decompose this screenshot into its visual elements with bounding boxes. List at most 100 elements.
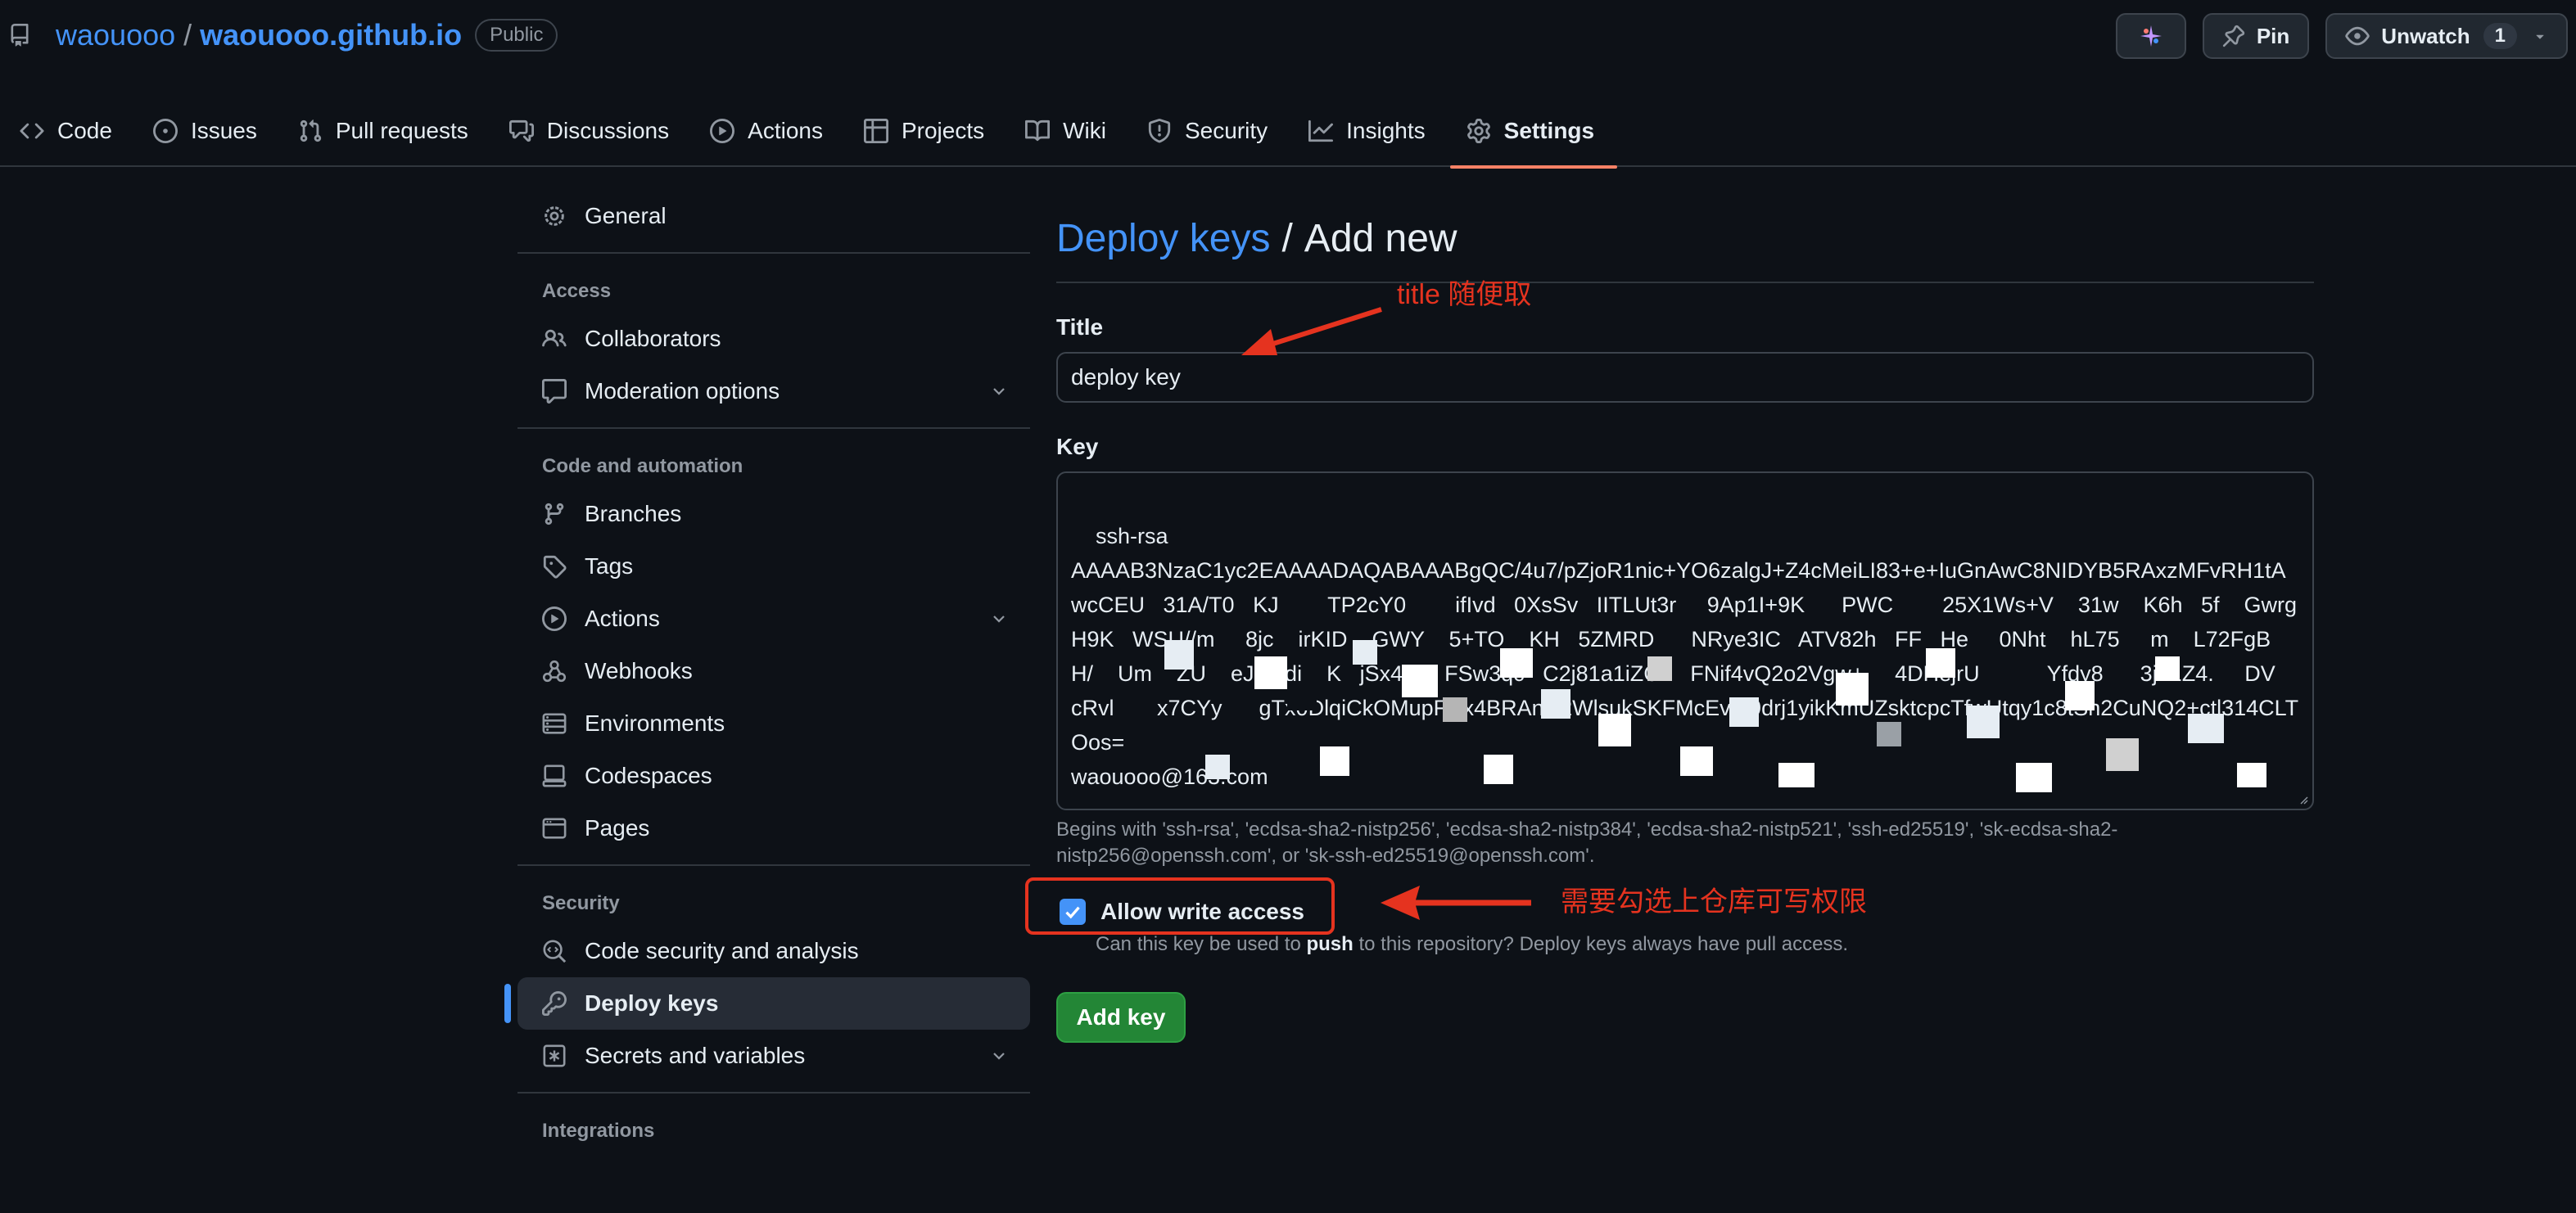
shield-icon (1147, 119, 1172, 143)
sidebar-item-secrets[interactable]: Secrets and variables (517, 1030, 1030, 1082)
chevron-down-icon (2532, 28, 2548, 44)
tab-settings[interactable]: Settings (1449, 106, 1618, 169)
sidebar-item-label: Actions (585, 606, 660, 631)
sidebar-item-label: General (585, 203, 667, 228)
page-title-text: Add new (1304, 216, 1457, 260)
tab-insights[interactable]: Insights (1308, 106, 1445, 167)
repo-tabs: Code Issues Pull requests Discussions Ac… (20, 106, 1635, 169)
sidebar-item-branches[interactable]: Branches (517, 488, 1030, 540)
code-icon (20, 119, 44, 143)
sidebar-item-label: Deploy keys (585, 990, 719, 1016)
server-icon (542, 711, 568, 736)
sidebar-item-label: Tags (585, 553, 634, 579)
tab-label: Code (57, 118, 112, 143)
copilot-button[interactable] (2115, 13, 2186, 59)
chevron-down-icon (989, 1046, 1009, 1066)
tab-pull-requests[interactable]: Pull requests (298, 106, 488, 167)
sidebar-item-label: Environments (585, 710, 725, 736)
book-icon (1025, 119, 1051, 143)
pin-button[interactable]: Pin (2202, 13, 2310, 59)
play-icon (710, 119, 735, 143)
pin-icon (2222, 25, 2245, 47)
tab-label: Security (1185, 118, 1268, 143)
tab-actions[interactable]: Actions (710, 106, 843, 167)
sidebar-item-general[interactable]: General (517, 190, 1030, 242)
key-help-text: Begins with 'ssh-rsa', 'ecdsa-sha2-nistp… (1056, 818, 2118, 867)
chevron-down-icon (989, 609, 1009, 629)
repo-name-link[interactable]: waouooo.github.io (200, 18, 462, 52)
sidebar-item-pages[interactable]: Pages (517, 802, 1030, 855)
desc-bold: push (1306, 933, 1354, 955)
sidebar-item-deploy-keys[interactable]: Deploy keys (504, 977, 1030, 1030)
resize-handle-icon[interactable] (2296, 792, 2309, 805)
key-label: Key (1056, 434, 1099, 459)
tab-label: Actions (748, 118, 823, 143)
sidebar-item-label: Pages (585, 815, 650, 841)
tab-wiki[interactable]: Wiki (1025, 106, 1126, 167)
sidebar-item-webhooks[interactable]: Webhooks (517, 645, 1030, 697)
sidebar-item-actions[interactable]: Actions (517, 593, 1030, 645)
sidebar-item-label: Secrets and variables (585, 1043, 806, 1068)
branch-icon (542, 502, 568, 526)
sidebar-divider (517, 252, 1030, 254)
tab-code[interactable]: Code (20, 106, 132, 167)
key-textarea[interactable]: ssh-rsa AAAAB3NzaC1yc2EAAAADAQABAAABgQC/… (1056, 471, 2314, 810)
redaction-mosaic (1156, 555, 2303, 792)
copilot-icon (2139, 24, 2163, 48)
chevron-down-icon (989, 381, 1009, 401)
breadcrumb-deploy-keys[interactable]: Deploy keys (1056, 216, 1270, 261)
tab-security[interactable]: Security (1147, 106, 1287, 167)
tab-issues[interactable]: Issues (152, 106, 277, 167)
sidebar-divider (517, 427, 1030, 429)
discussion-icon (508, 119, 534, 143)
key-icon (542, 991, 568, 1016)
sidebar-item-label: Code security and analysis (585, 938, 859, 963)
unwatch-button[interactable]: Unwatch 1 (2325, 13, 2568, 59)
codescan-icon (542, 939, 568, 963)
header-actions: Pin Unwatch 1 (2115, 13, 2568, 59)
tab-label: Insights (1346, 118, 1426, 143)
sidebar-heading-access: Access (542, 280, 612, 302)
tab-label: Issues (190, 118, 257, 143)
watch-counter: 1 (2483, 23, 2517, 49)
annotation-write-note: 需要勾选上仓库可写权限 (1561, 886, 1867, 918)
tab-projects[interactable]: Projects (863, 106, 1004, 167)
page-title: Deploy keys / Add new (1056, 211, 2314, 265)
webhook-icon (542, 659, 568, 683)
repo-header: waouooo / waouooo.github.io Public Pin U… (0, 0, 2576, 169)
table-icon (863, 119, 888, 143)
browser-icon (542, 816, 568, 841)
sidebar-heading-integrations: Integrations (542, 1120, 655, 1142)
sidebar-item-code-security[interactable]: Code security and analysis (517, 925, 1030, 977)
unwatch-label: Unwatch (2381, 23, 2470, 48)
visibility-badge: Public (475, 19, 558, 52)
sidebar-item-label: Webhooks (585, 658, 693, 683)
tab-label: Discussions (546, 118, 670, 143)
sidebar-item-environments[interactable]: Environments (517, 697, 1030, 750)
sidebar-item-label: Collaborators (585, 326, 721, 351)
pull-request-icon (298, 119, 323, 143)
sidebar-divider (517, 864, 1030, 866)
desc-text: to this repository? Deploy keys always h… (1353, 933, 1849, 955)
sidebar-item-tags[interactable]: Tags (517, 540, 1030, 593)
repo-separator: / (183, 18, 192, 52)
repo-owner-link[interactable]: waouooo (56, 18, 175, 52)
sidebar-item-collaborators[interactable]: Collaborators (517, 313, 1030, 365)
desc-text: Can this key be used to (1096, 933, 1307, 955)
play-icon (542, 606, 568, 631)
issue-icon (152, 119, 178, 143)
repo-icon (8, 22, 34, 48)
people-icon (542, 327, 568, 351)
asterisk-icon (542, 1044, 568, 1068)
tag-icon (542, 554, 568, 579)
sidebar-item-label: Branches (585, 501, 682, 526)
tab-discussions[interactable]: Discussions (508, 106, 689, 167)
gear-icon (1467, 119, 1491, 143)
tab-label: Projects (901, 118, 985, 143)
add-key-button[interactable]: Add key (1056, 992, 1186, 1043)
allow-write-description: Can this key be used to push to this rep… (1096, 933, 2314, 956)
sidebar-item-codespaces[interactable]: Codespaces (517, 750, 1030, 802)
sidebar-item-moderation[interactable]: Moderation options (517, 365, 1030, 417)
repo-title: waouooo / waouooo.github.io Public (8, 15, 558, 56)
codespaces-icon (542, 764, 568, 788)
